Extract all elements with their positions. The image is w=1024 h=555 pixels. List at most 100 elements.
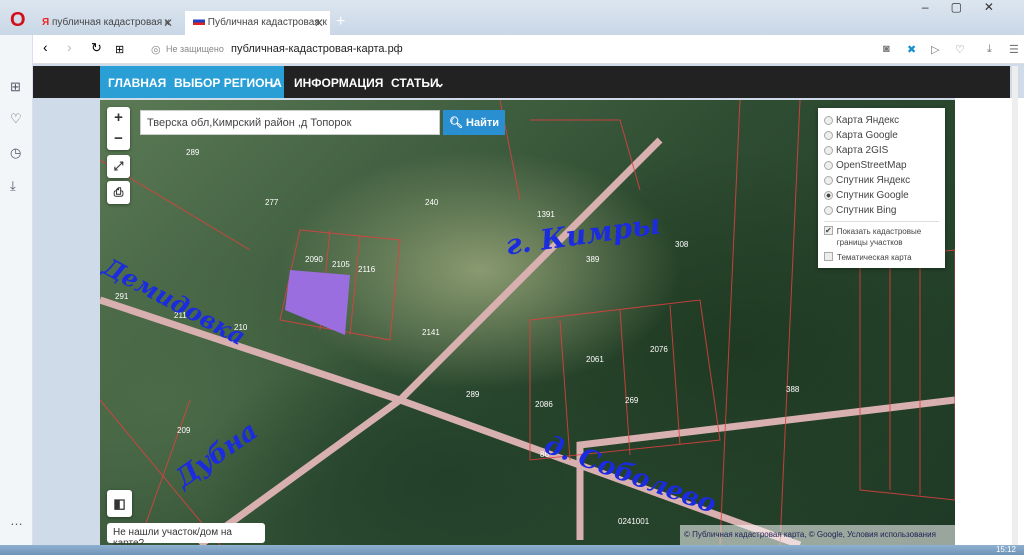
tab-bar: O Я публичная кадастровая к ✕ Публичная к…: [0, 0, 1024, 35]
download-icon[interactable]: ⤓: [987, 43, 992, 56]
search-button[interactable]: 🔍︎ Найти: [443, 110, 505, 135]
layer-option[interactable]: OpenStreetMap: [824, 158, 939, 173]
site-nav: ГЛАВНАЯ ВЫБОР РЕГИОНА ⌄ ИНФОРМАЦИЯ СТАТЬИ…: [33, 66, 1010, 98]
parcel-label: 2086: [535, 400, 553, 409]
selected-parcel: [285, 270, 350, 335]
more-icon[interactable]: …: [10, 513, 23, 528]
zoom-out-button[interactable]: −: [107, 128, 130, 149]
radio-button[interactable]: [824, 146, 833, 155]
not-found-link[interactable]: Не нашли участок/дом на карте?: [107, 523, 265, 545]
browser-sidebar: ⊞ ♡ ◷ ⤓ …: [0, 35, 33, 545]
layer-label: OpenStreetMap: [836, 160, 907, 171]
ruler-icon[interactable]: ◧: [107, 490, 132, 517]
parcel-label: 1391: [537, 210, 555, 219]
address-bar: ‹ › ↻ ⊞ ◎ Не защищено публичная-кадастро…: [33, 35, 1024, 64]
attribution[interactable]: © Публичная кадастровая карта, © Google,…: [680, 525, 955, 545]
fullscreen-icon[interactable]: ⤢: [107, 155, 130, 178]
layer-label: Спутник Яндекс: [836, 175, 911, 186]
thematic-checkbox[interactable]: Тематическая карта: [824, 252, 939, 263]
nav-info[interactable]: ИНФОРМАЦИЯ: [294, 76, 383, 90]
heart-icon[interactable]: ♡: [10, 111, 22, 127]
layer-label: Спутник Google: [836, 190, 909, 201]
forward-icon[interactable]: ›: [67, 39, 72, 55]
url-field[interactable]: публичная-кадастровая-карта.рф: [231, 43, 403, 55]
layer-label: Карта Google: [836, 130, 898, 141]
parcel-label: 291: [115, 292, 129, 301]
radio-button[interactable]: [824, 116, 833, 125]
search-button-label: Найти: [466, 117, 499, 129]
close-icon[interactable]: ✕: [163, 16, 173, 30]
new-tab-button[interactable]: +: [336, 13, 345, 31]
zoom-in-button[interactable]: +: [107, 107, 130, 128]
search-input[interactable]: [140, 110, 440, 135]
close-icon[interactable]: ✕: [314, 16, 324, 30]
radio-button[interactable]: [824, 161, 833, 170]
zoom-control: + −: [107, 107, 130, 150]
taskbar: 15:12: [0, 545, 1024, 555]
nav-home[interactable]: ГЛАВНАЯ: [108, 76, 166, 90]
layer-option[interactable]: Спутник Bing: [824, 203, 939, 218]
parcel-label: 289: [186, 148, 200, 157]
radio-button[interactable]: [824, 206, 833, 215]
radio-button[interactable]: [824, 191, 833, 200]
parcel-label: 388: [786, 385, 800, 394]
layer-label: Карта 2GIS: [836, 145, 889, 156]
layer-option[interactable]: Спутник Яндекс: [824, 173, 939, 188]
parcel-label: 2105: [332, 260, 350, 269]
radio-button[interactable]: [824, 131, 833, 140]
nav-region[interactable]: ВЫБОР РЕГИОНА: [174, 76, 282, 90]
flag-icon: [193, 17, 205, 25]
parcel-label: 2090: [305, 255, 323, 264]
parcel-label: 2116: [358, 265, 376, 274]
heart-icon[interactable]: ♡: [955, 43, 965, 56]
opera-logo-icon[interactable]: O: [10, 9, 26, 32]
send-icon[interactable]: ▷: [931, 43, 939, 56]
yandex-icon: Я: [42, 17, 52, 28]
print-icon[interactable]: ⎙: [107, 181, 130, 204]
checkbox[interactable]: ✔: [824, 226, 833, 235]
parcel-label: 2141: [422, 328, 440, 337]
nav-articles[interactable]: СТАТЬИ: [391, 76, 439, 90]
layer-option[interactable]: Карта Google: [824, 128, 939, 143]
search-icon: 🔍︎: [448, 117, 463, 129]
clock: 15:12: [995, 545, 1016, 554]
checkbox[interactable]: [824, 252, 833, 261]
parcel-label: 2076: [650, 345, 668, 354]
checkbox-label: Тематическая карта: [837, 253, 912, 262]
checkbox-label: Показать кадастровые границы участков: [836, 227, 922, 247]
parcel-label: 0241001: [618, 517, 650, 526]
chevron-down-icon: ⌄: [268, 76, 279, 90]
parcel-label: 277: [265, 198, 279, 207]
layer-option[interactable]: Спутник Google: [824, 188, 939, 203]
camera-icon[interactable]: ◙: [883, 43, 890, 55]
tab-2[interactable]: Публичная кадастровая к ✕: [185, 11, 330, 35]
speed-dial-icon[interactable]: ⊞: [115, 43, 124, 56]
show-borders-checkbox[interactable]: ✔ Показать кадастровые границы участков: [824, 226, 939, 248]
speed-dial-icon[interactable]: ⊞: [10, 79, 21, 95]
layer-label: Спутник Bing: [836, 205, 897, 216]
tab-label: публичная кадастровая к: [51, 17, 170, 28]
parcel-label: 389: [586, 255, 600, 264]
window-controls[interactable]: –▢✕: [922, 0, 1016, 14]
scrollbar[interactable]: [1012, 66, 1018, 545]
tab-label: Публичная кадастровая к: [207, 17, 327, 28]
download-icon[interactable]: ⤓: [10, 178, 16, 194]
parcel-label: 289: [466, 390, 480, 399]
parcel-label: 240: [425, 198, 439, 207]
history-icon[interactable]: ◷: [10, 145, 21, 161]
reload-icon[interactable]: ↻: [91, 40, 102, 56]
layer-option[interactable]: Карта 2GIS: [824, 143, 939, 158]
globe-icon: ◎: [151, 44, 161, 56]
map[interactable]: 289 277 240 1391 308 389 211 210 291 209…: [100, 100, 955, 545]
menu-icon[interactable]: ☰: [1009, 43, 1019, 56]
parcel-label: 308: [675, 240, 689, 249]
parcel-label: 269: [625, 396, 639, 405]
tab-1[interactable]: Я публичная кадастровая к ✕: [34, 11, 179, 35]
vpn-icon[interactable]: ✖: [907, 43, 916, 56]
layer-option[interactable]: Карта Яндекс: [824, 113, 939, 128]
back-icon[interactable]: ‹: [43, 39, 48, 55]
parcel-label: 2061: [586, 355, 604, 364]
security-status[interactable]: Не защищено: [166, 44, 224, 54]
layer-label: Карта Яндекс: [836, 115, 900, 126]
radio-button[interactable]: [824, 176, 833, 185]
